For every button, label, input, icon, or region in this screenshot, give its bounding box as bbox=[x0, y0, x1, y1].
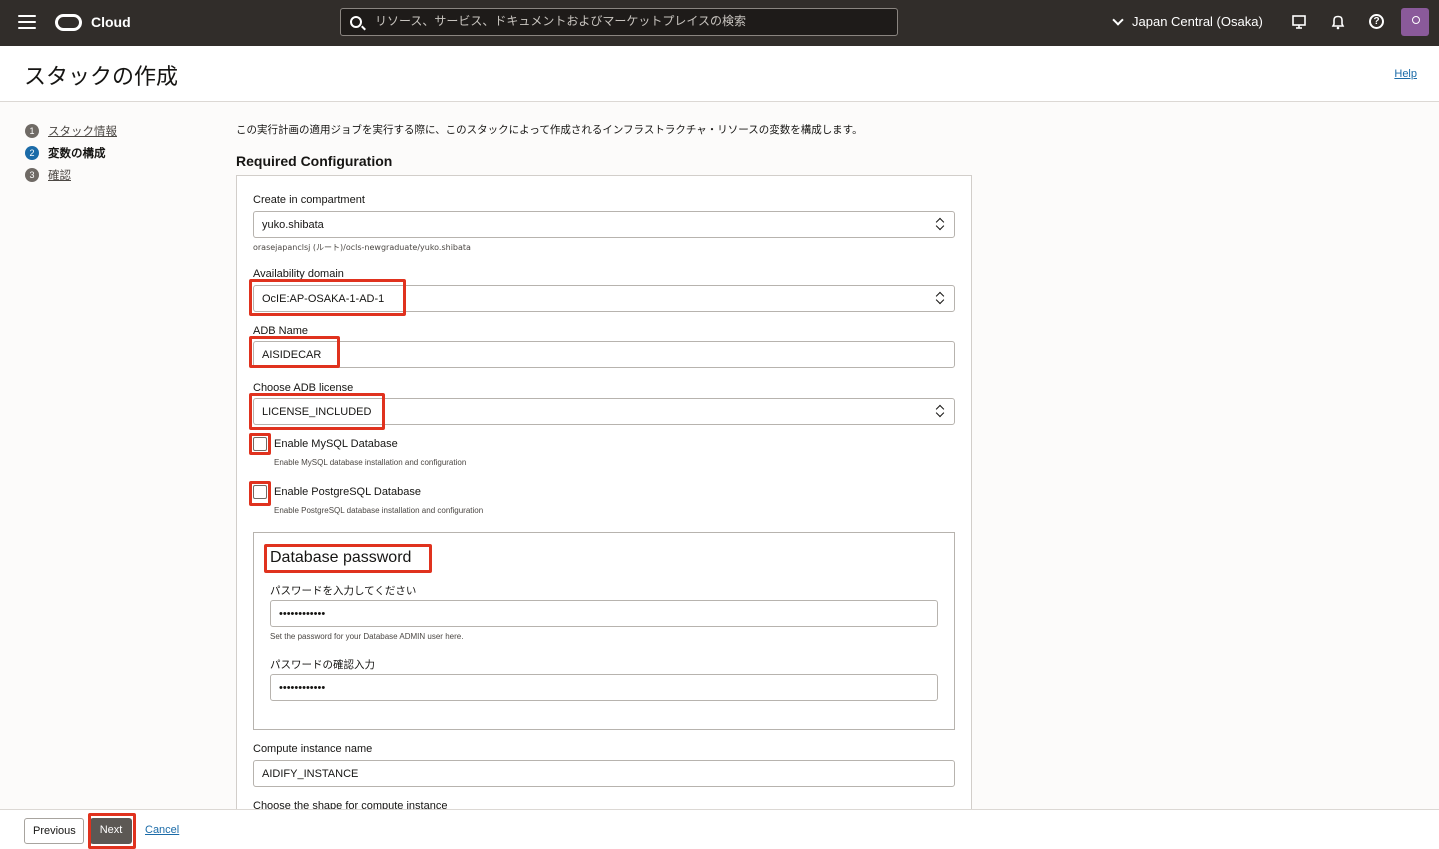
intro-text: この実行計画の適用ジョブを実行する際に、このスタックによって作成されるインフラス… bbox=[236, 124, 863, 136]
step-review[interactable]: 3 確認 bbox=[25, 164, 117, 186]
password-label: パスワードを入力してください bbox=[270, 585, 417, 597]
search-bar[interactable] bbox=[340, 8, 898, 36]
confirm-password-input[interactable]: •••••••••••• bbox=[270, 674, 938, 701]
step-number: 2 bbox=[25, 146, 39, 160]
enable-postgres-checkbox[interactable] bbox=[253, 485, 267, 499]
compute-name-input[interactable]: AIDIFY_INSTANCE bbox=[253, 760, 955, 787]
search-icon bbox=[350, 16, 362, 28]
password-hint: Set the password for your Database ADMIN… bbox=[270, 632, 464, 641]
page-title: スタックの作成 bbox=[24, 65, 179, 90]
enable-mysql-checkbox[interactable] bbox=[253, 437, 267, 451]
step-label[interactable]: スタック情報 bbox=[48, 123, 117, 139]
footer-bar bbox=[0, 809, 1439, 849]
search-input[interactable] bbox=[375, 14, 885, 28]
help-link[interactable]: Help bbox=[1394, 68, 1417, 80]
updown-chevron-icon bbox=[936, 405, 944, 417]
availability-domain-select[interactable]: OcIE:AP-OSAKA-1-AD-1 bbox=[253, 285, 955, 312]
compartment-select[interactable]: yuko.shibata bbox=[253, 211, 955, 238]
confirm-password-label: パスワードの確認入力 bbox=[270, 659, 375, 671]
section-title: Required Configuration bbox=[236, 153, 393, 169]
brand-name[interactable]: Cloud bbox=[91, 14, 131, 30]
adb-license-value: LICENSE_INCLUDED bbox=[262, 406, 372, 418]
help-icon[interactable]: ? bbox=[1369, 14, 1384, 29]
compartment-value: yuko.shibata bbox=[262, 219, 324, 231]
developer-tools-icon[interactable] bbox=[1291, 14, 1307, 30]
step-label[interactable]: 確認 bbox=[48, 167, 71, 183]
step-configure-variables: 2 変数の構成 bbox=[25, 142, 117, 164]
cancel-link[interactable]: Cancel bbox=[145, 824, 179, 836]
page-header: スタックの作成 Help bbox=[0, 46, 1439, 102]
oracle-logo-icon[interactable] bbox=[55, 14, 82, 31]
updown-chevron-icon bbox=[936, 292, 944, 304]
user-avatar[interactable] bbox=[1401, 8, 1429, 36]
next-button[interactable]: Next bbox=[90, 818, 132, 844]
password-input[interactable]: •••••••••••• bbox=[270, 600, 938, 627]
database-password-title: Database password bbox=[270, 549, 412, 566]
enable-postgres-label: Enable PostgreSQL Database bbox=[274, 486, 421, 498]
chevron-down-icon bbox=[1112, 13, 1124, 26]
adb-name-label: ADB Name bbox=[253, 325, 309, 337]
compartment-path: orasejapanclsj (ルート)/ocls-newgraduate/yu… bbox=[253, 243, 471, 252]
availability-domain-value: OcIE:AP-OSAKA-1-AD-1 bbox=[262, 293, 385, 305]
adb-license-label: Choose ADB license bbox=[253, 382, 354, 394]
step-number: 1 bbox=[25, 124, 39, 138]
menu-icon[interactable] bbox=[18, 15, 36, 31]
region-label: Japan Central (Osaka) bbox=[1132, 14, 1263, 29]
step-label: 変数の構成 bbox=[48, 146, 106, 160]
region-selector[interactable]: Japan Central (Osaka) bbox=[1112, 13, 1263, 29]
adb-license-select[interactable]: LICENSE_INCLUDED bbox=[253, 398, 955, 425]
enable-mysql-hint: Enable MySQL database installation and c… bbox=[274, 458, 467, 467]
enable-postgres-hint: Enable PostgreSQL database installation … bbox=[274, 506, 484, 515]
wizard-steps: 1 スタック情報 2 変数の構成 3 確認 bbox=[25, 120, 117, 186]
notification-bell-icon[interactable] bbox=[1330, 14, 1346, 30]
top-navigation-bar: Cloud Japan Central (Osaka) ? bbox=[0, 0, 1439, 46]
availability-domain-label: Availability domain bbox=[253, 268, 344, 280]
adb-name-input[interactable]: AISIDECAR bbox=[253, 341, 955, 368]
compartment-label: Create in compartment bbox=[253, 194, 365, 206]
step-number: 3 bbox=[25, 168, 39, 182]
enable-mysql-label: Enable MySQL Database bbox=[274, 438, 398, 450]
updown-chevron-icon bbox=[936, 218, 944, 230]
previous-button[interactable]: Previous bbox=[24, 818, 84, 844]
compute-name-label: Compute instance name bbox=[253, 743, 373, 755]
step-stack-info[interactable]: 1 スタック情報 bbox=[25, 120, 117, 142]
